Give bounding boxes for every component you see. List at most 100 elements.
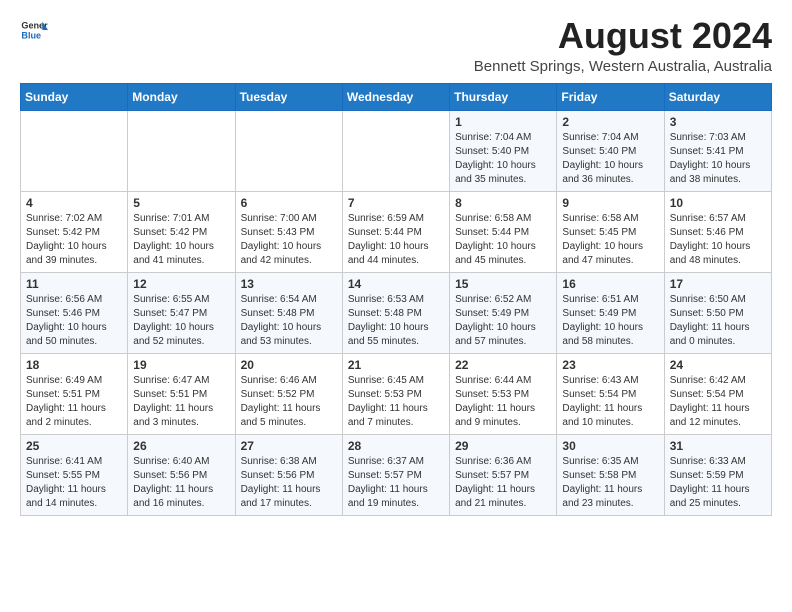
day-number: 1 <box>455 115 551 129</box>
day-number: 9 <box>562 196 658 210</box>
cell-content: Sunrise: 7:01 AMSunset: 5:42 PMDaylight:… <box>133 212 229 268</box>
day-number: 20 <box>241 358 337 372</box>
calendar-cell: 7Sunrise: 6:59 AMSunset: 5:44 PMDaylight… <box>342 191 449 272</box>
day-number: 17 <box>670 277 766 291</box>
calendar-cell: 5 Sunrise: 7:01 AMSunset: 5:42 PMDaylight… <box>128 191 235 272</box>
calendar-cell <box>342 110 449 191</box>
calendar-cell: 15Sunrise: 6:52 AMSunset: 5:49 PMDayligh… <box>450 272 557 353</box>
day-number: 30 <box>562 439 658 453</box>
day-number: 10 <box>670 196 766 210</box>
cell-content: Sunrise: 7:04 AMSunset: 5:40 PMDaylight:… <box>562 131 658 187</box>
header-day-monday: Monday <box>128 83 235 110</box>
day-number: 2 <box>562 115 658 129</box>
calendar-cell: 16Sunrise: 6:51 AMSunset: 5:49 PMDayligh… <box>557 272 664 353</box>
calendar-cell: 1Sunrise: 7:04 AMSunset: 5:40 PMDaylight… <box>450 110 557 191</box>
header-day-saturday: Saturday <box>664 83 771 110</box>
cell-content: Sunrise: 6:40 AMSunset: 5:56 PMDaylight:… <box>133 455 229 511</box>
calendar-cell: 9 Sunrise: 6:58 AMSunset: 5:45 PMDaylight… <box>557 191 664 272</box>
calendar-cell: 29 Sunrise: 6:36 AMSunset: 5:57 PMDayligh… <box>450 434 557 515</box>
week-row-5: 25 Sunrise: 6:41 AMSunset: 5:55 PMDayligh… <box>21 434 772 515</box>
header-day-wednesday: Wednesday <box>342 83 449 110</box>
calendar-cell: 8 Sunrise: 6:58 AMSunset: 5:44 PMDaylight… <box>450 191 557 272</box>
title-area: August 2024 Bennett Springs, Western Aus… <box>474 16 772 75</box>
calendar-cell: 28Sunrise: 6:37 AMSunset: 5:57 PMDayligh… <box>342 434 449 515</box>
calendar-cell <box>235 110 342 191</box>
calendar-cell: 13Sunrise: 6:54 AMSunset: 5:48 PMDayligh… <box>235 272 342 353</box>
calendar-cell: 26 Sunrise: 6:40 AMSunset: 5:56 PMDayligh… <box>128 434 235 515</box>
header-day-friday: Friday <box>557 83 664 110</box>
header-row: SundayMondayTuesdayWednesdayThursdayFrid… <box>21 83 772 110</box>
day-number: 14 <box>348 277 444 291</box>
calendar-cell: 31 Sunrise: 6:33 AMSunset: 5:59 PMDayligh… <box>664 434 771 515</box>
day-number: 4 <box>26 196 122 210</box>
calendar-cell: 22 Sunrise: 6:44 AMSunset: 5:53 PMDayligh… <box>450 353 557 434</box>
day-number: 25 <box>26 439 122 453</box>
cell-content: Sunrise: 6:33 AMSunset: 5:59 PMDaylight:… <box>670 455 766 511</box>
cell-content: Sunrise: 6:36 AMSunset: 5:57 PMDaylight:… <box>455 455 551 511</box>
calendar-cell: 6 Sunrise: 7:00 AMSunset: 5:43 PMDaylight… <box>235 191 342 272</box>
calendar-table: SundayMondayTuesdayWednesdayThursdayFrid… <box>20 83 772 516</box>
calendar-cell: 19 Sunrise: 6:47 AMSunset: 5:51 PMDayligh… <box>128 353 235 434</box>
calendar-cell: 4 Sunrise: 7:02 AMSunset: 5:42 PMDaylight… <box>21 191 128 272</box>
day-number: 31 <box>670 439 766 453</box>
logo-icon: General Blue <box>20 16 48 44</box>
cell-content: Sunrise: 6:43 AMSunset: 5:54 PMDaylight:… <box>562 374 658 430</box>
svg-text:Blue: Blue <box>21 30 41 40</box>
header: General Blue August 2024 Bennett Springs… <box>20 16 772 75</box>
cell-content: Sunrise: 7:00 AMSunset: 5:43 PMDaylight:… <box>241 212 337 268</box>
day-number: 8 <box>455 196 551 210</box>
day-number: 26 <box>133 439 229 453</box>
calendar-cell: 12 Sunrise: 6:55 AMSunset: 5:47 PMDayligh… <box>128 272 235 353</box>
cell-content: Sunrise: 6:58 AMSunset: 5:45 PMDaylight:… <box>562 212 658 268</box>
calendar-cell: 20 Sunrise: 6:46 AMSunset: 5:52 PMDayligh… <box>235 353 342 434</box>
cell-content: Sunrise: 6:56 AMSunset: 5:46 PMDaylight:… <box>26 293 122 349</box>
cell-content: Sunrise: 6:58 AMSunset: 5:44 PMDaylight:… <box>455 212 551 268</box>
day-number: 3 <box>670 115 766 129</box>
calendar-cell: 27 Sunrise: 6:38 AMSunset: 5:56 PMDayligh… <box>235 434 342 515</box>
day-number: 12 <box>133 277 229 291</box>
day-number: 21 <box>348 358 444 372</box>
day-number: 6 <box>241 196 337 210</box>
day-number: 23 <box>562 358 658 372</box>
calendar-cell: 3Sunrise: 7:03 AMSunset: 5:41 PMDaylight… <box>664 110 771 191</box>
day-number: 19 <box>133 358 229 372</box>
calendar-cell <box>21 110 128 191</box>
day-number: 18 <box>26 358 122 372</box>
cell-content: Sunrise: 6:53 AMSunset: 5:48 PMDaylight:… <box>348 293 444 349</box>
cell-content: Sunrise: 7:02 AMSunset: 5:42 PMDaylight:… <box>26 212 122 268</box>
day-number: 11 <box>26 277 122 291</box>
week-row-3: 11 Sunrise: 6:56 AMSunset: 5:46 PMDayligh… <box>21 272 772 353</box>
week-row-1: 1 Sunrise: 7:04 AMSunset: 5:40 PMDaylight… <box>21 110 772 191</box>
day-number: 27 <box>241 439 337 453</box>
month-title: August 2024 <box>474 16 772 56</box>
calendar-cell: 21 Sunrise: 6:45 AMSunset: 5:53 PMDayligh… <box>342 353 449 434</box>
calendar-cell: 30 Sunrise: 6:35 AMSunset: 5:58 PMDayligh… <box>557 434 664 515</box>
cell-content: Sunrise: 6:59 AMSunset: 5:44 PMDaylight:… <box>348 212 444 268</box>
cell-content: Sunrise: 6:52 AMSunset: 5:49 PMDaylight:… <box>455 293 551 349</box>
day-number: 28 <box>348 439 444 453</box>
day-number: 24 <box>670 358 766 372</box>
cell-content: Sunrise: 6:41 AMSunset: 5:55 PMDaylight:… <box>26 455 122 511</box>
cell-content: Sunrise: 6:35 AMSunset: 5:58 PMDaylight:… <box>562 455 658 511</box>
cell-content: Sunrise: 6:55 AMSunset: 5:47 PMDaylight:… <box>133 293 229 349</box>
cell-content: Sunrise: 6:44 AMSunset: 5:53 PMDaylight:… <box>455 374 551 430</box>
calendar-cell: 23 Sunrise: 6:43 AMSunset: 5:54 PMDayligh… <box>557 353 664 434</box>
calendar-cell: 25 Sunrise: 6:41 AMSunset: 5:55 PMDayligh… <box>21 434 128 515</box>
day-number: 22 <box>455 358 551 372</box>
calendar-cell: 2 Sunrise: 7:04 AMSunset: 5:40 PMDaylight… <box>557 110 664 191</box>
cell-content: Sunrise: 6:46 AMSunset: 5:52 PMDaylight:… <box>241 374 337 430</box>
day-number: 5 <box>133 196 229 210</box>
calendar-cell: 10Sunrise: 6:57 AMSunset: 5:46 PMDayligh… <box>664 191 771 272</box>
cell-content: Sunrise: 6:45 AMSunset: 5:53 PMDaylight:… <box>348 374 444 430</box>
header-day-sunday: Sunday <box>21 83 128 110</box>
day-number: 29 <box>455 439 551 453</box>
cell-content: Sunrise: 6:47 AMSunset: 5:51 PMDaylight:… <box>133 374 229 430</box>
cell-content: Sunrise: 6:49 AMSunset: 5:51 PMDaylight:… <box>26 374 122 430</box>
cell-content: Sunrise: 6:50 AMSunset: 5:50 PMDaylight:… <box>670 293 766 349</box>
header-day-thursday: Thursday <box>450 83 557 110</box>
week-row-4: 18 Sunrise: 6:49 AMSunset: 5:51 PMDayligh… <box>21 353 772 434</box>
cell-content: Sunrise: 6:38 AMSunset: 5:56 PMDaylight:… <box>241 455 337 511</box>
calendar-cell <box>128 110 235 191</box>
calendar-cell: 17 Sunrise: 6:50 AMSunset: 5:50 PMDayligh… <box>664 272 771 353</box>
location-title: Bennett Springs, Western Australia, Aust… <box>474 58 772 75</box>
